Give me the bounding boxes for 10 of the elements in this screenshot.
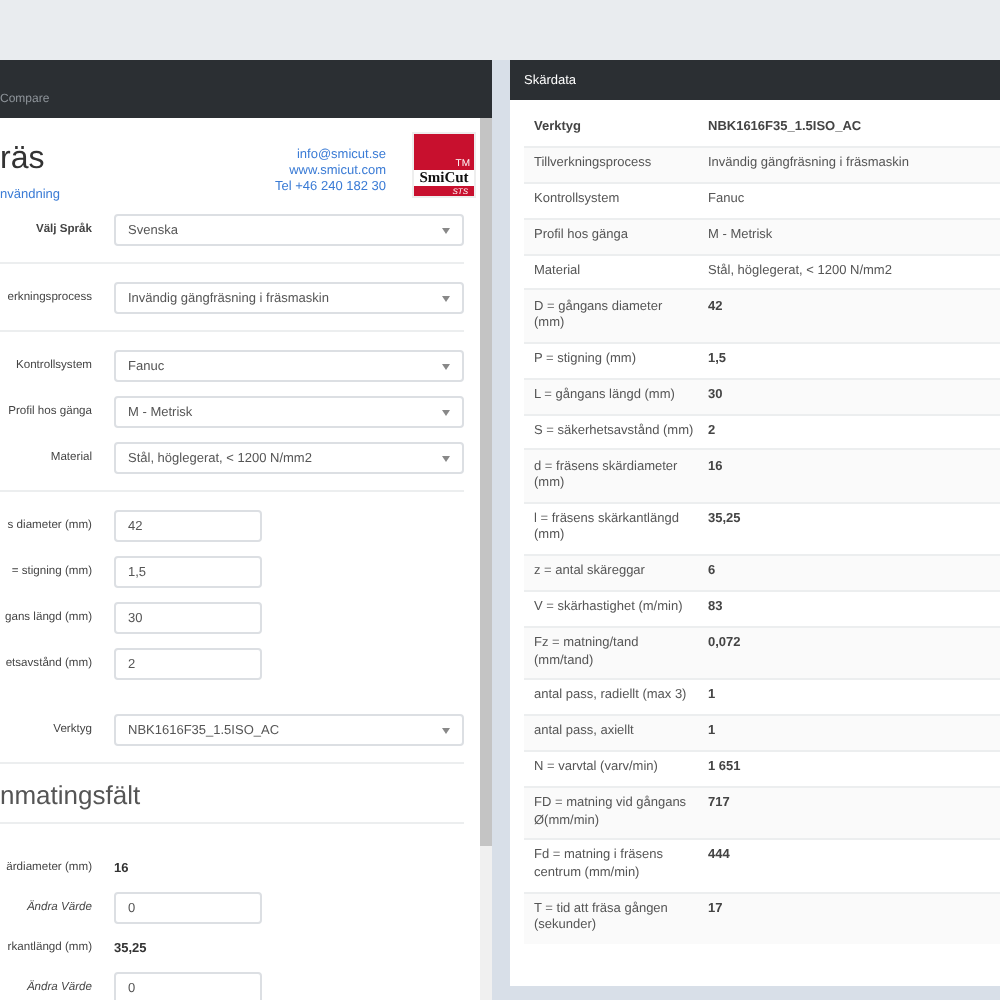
caret-icon [442, 409, 450, 415]
caret-icon [442, 295, 450, 301]
caret-icon [442, 455, 450, 461]
scrollbar[interactable] [480, 118, 492, 1000]
caret-icon [442, 227, 450, 233]
page-title: räs [0, 142, 45, 178]
scrollbar-thumb[interactable] [480, 118, 492, 846]
section-heading: nmatingsfält [0, 782, 143, 810]
caret-icon [442, 727, 450, 733]
caret-icon [442, 363, 450, 369]
